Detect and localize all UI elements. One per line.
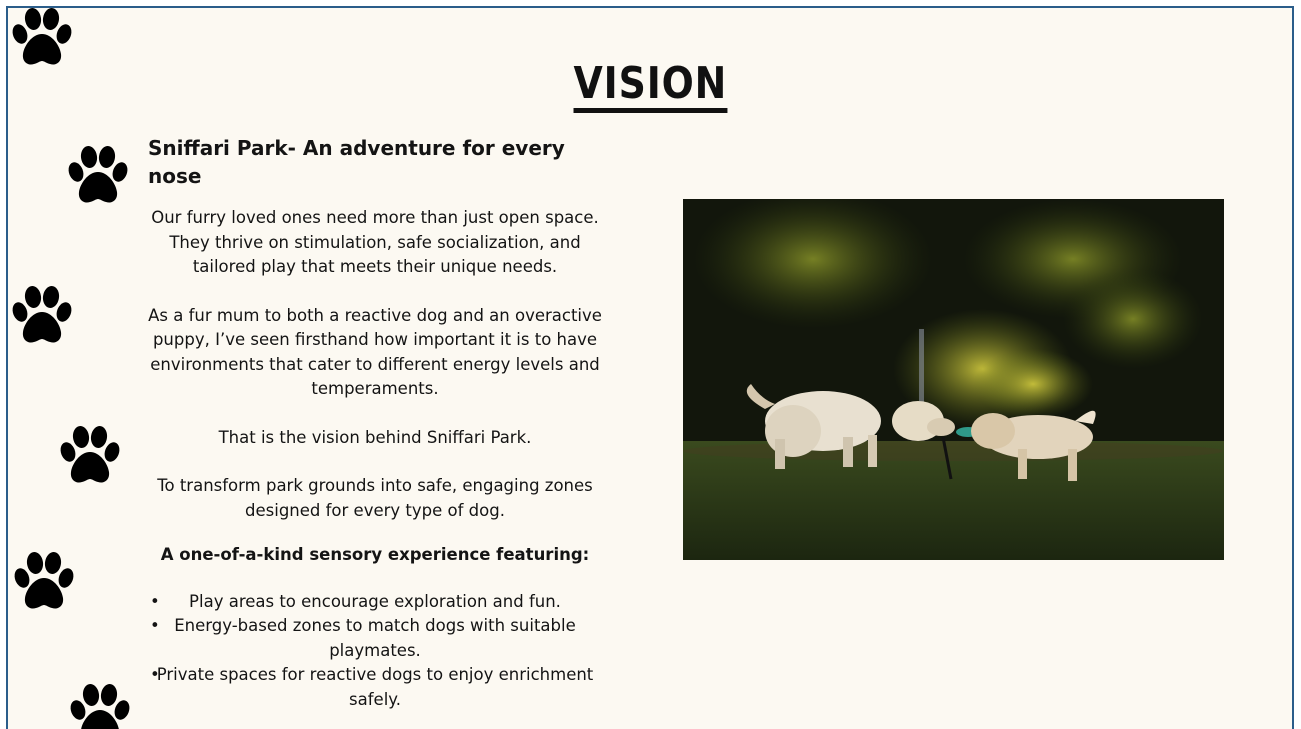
paw-print-icon (68, 684, 132, 729)
slide-title-wrap: VISION (8, 60, 1292, 113)
two-dogs-playing-photo (683, 199, 1224, 560)
feature-text: Play areas to encourage exploration and … (189, 591, 561, 611)
list-item: • Energy-based zones to match dogs with … (136, 614, 614, 663)
paw-print-icon (12, 552, 76, 614)
bullet: • (150, 616, 160, 635)
slide-title: VISION (573, 60, 727, 113)
feature-text: Private spaces for reactive dogs to enjo… (156, 665, 594, 709)
subtitle: Sniffari Park- An adventure for every no… (148, 136, 565, 188)
paw-print-icon (10, 286, 74, 348)
paw-print-icon (66, 146, 130, 208)
feature-text: Energy-based zones to match dogs with su… (174, 616, 576, 660)
bullet: • (150, 591, 160, 611)
paragraph-transform: To transform park grounds into safe, eng… (157, 476, 593, 520)
list-item: • Play areas to encourage exploration an… (136, 590, 614, 615)
list-item: • Private spaces for reactive dogs to en… (136, 663, 614, 712)
features-heading: A one-of-a-kind sensory experience featu… (160, 545, 590, 564)
paragraph-intro: Our furry loved ones need more than just… (151, 208, 599, 276)
slide: VISION Sniffari Park- An adventure for e… (6, 6, 1294, 729)
paragraph-vision: That is the vision behind Sniffari Park. (218, 427, 532, 447)
text-column: Sniffari Park- An adventure for every no… (136, 134, 614, 712)
bullet: • (150, 665, 160, 684)
features-list: • Play areas to encourage exploration an… (136, 590, 614, 713)
paragraph-fur-mum: As a fur mum to both a reactive dog and … (148, 305, 602, 399)
paw-print-icon (58, 426, 122, 488)
